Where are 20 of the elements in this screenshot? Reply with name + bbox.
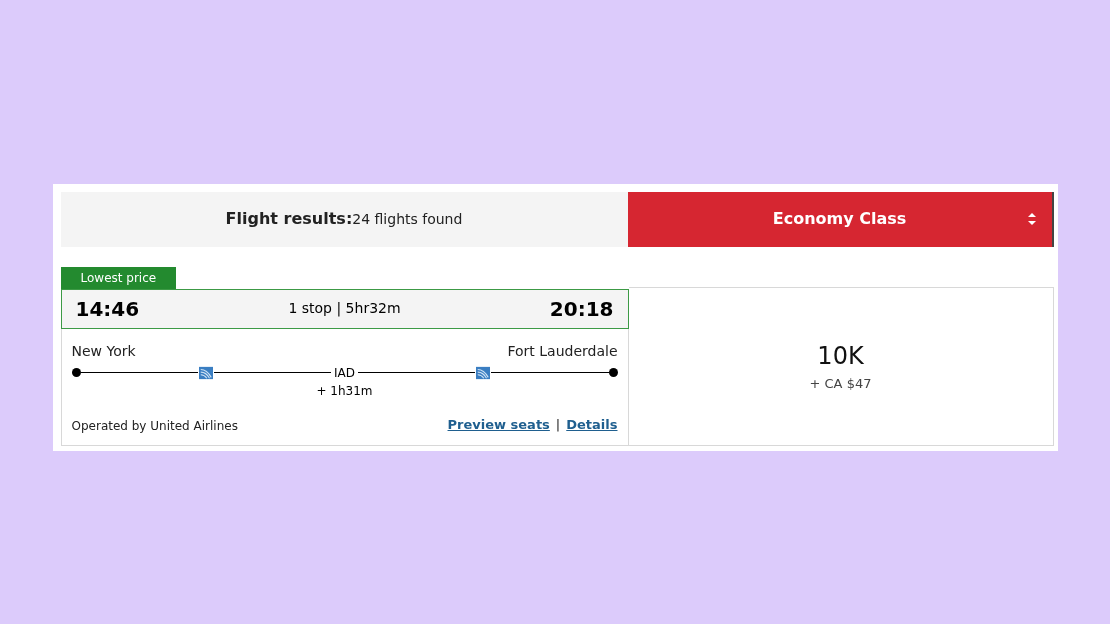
cabin-class-select[interactable]: Economy Class <box>627 191 1054 247</box>
layover-duration: + 1h31m <box>316 382 373 400</box>
link-separator: | <box>555 416 561 434</box>
operator-text: Operated by United Airlines <box>71 417 238 435</box>
points-price: 10K <box>817 341 864 373</box>
preview-seats-link[interactable]: Preview seats <box>447 415 550 435</box>
origin-city: New York <box>71 341 136 361</box>
lowest-price-badge: Lowest price <box>60 266 177 289</box>
results-count: 24 flights found <box>352 209 463 229</box>
arrival-time: 20:18 <box>549 295 614 323</box>
departure-time: 14:46 <box>75 295 140 323</box>
fee-amount: + CA $47 <box>809 375 872 394</box>
results-title: Flight results: <box>225 208 353 230</box>
details-link[interactable]: Details <box>566 415 618 435</box>
sort-arrows-icon <box>1027 213 1036 225</box>
stop-summary: 1 stop | 5hr32m <box>288 299 401 319</box>
stopover-airport: IAD <box>333 364 356 382</box>
airline-logo-icon <box>197 365 214 380</box>
airline-logo-icon <box>475 365 492 380</box>
destination-city: Fort Lauderdale <box>507 341 618 361</box>
